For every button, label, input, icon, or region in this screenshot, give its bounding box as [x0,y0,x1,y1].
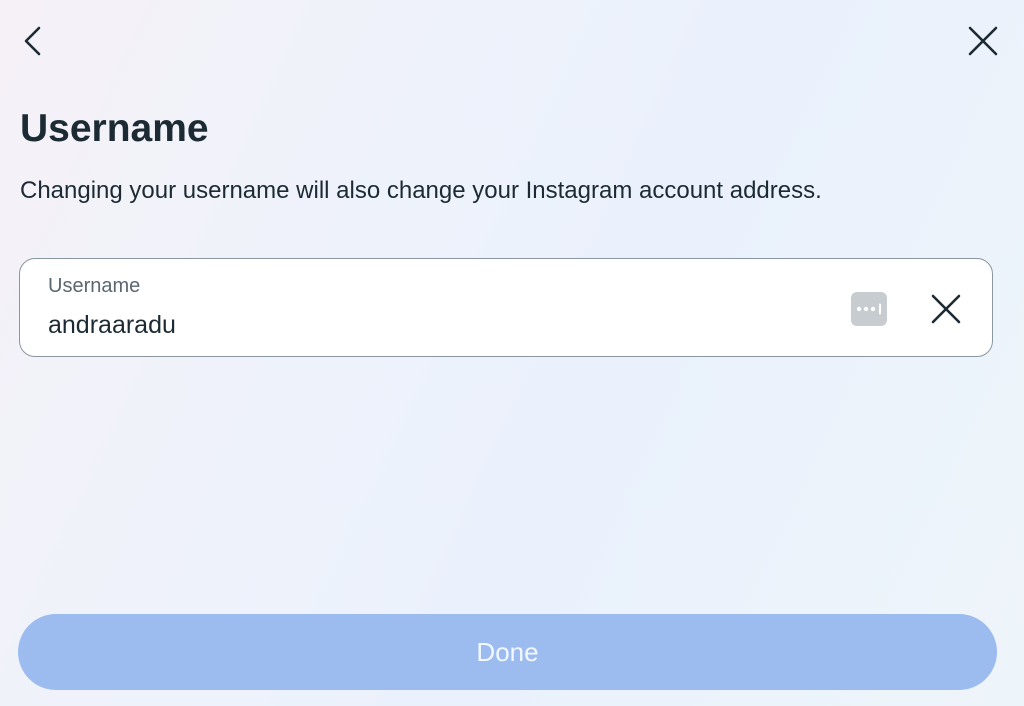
page-title: Username [20,107,209,150]
autofill-dots-icon [856,303,881,315]
done-button[interactable]: Done [18,614,997,690]
chevron-left-icon [24,26,41,56]
username-field[interactable]: Username andraaradu [19,258,993,357]
page-description: Changing your username will also change … [20,177,822,204]
close-button[interactable] [961,19,1005,63]
username-input[interactable]: andraaradu [48,309,176,341]
close-icon [968,26,998,56]
username-field-label: Username [48,275,141,297]
back-button[interactable] [12,20,54,62]
clear-icon [931,294,961,324]
password-autofill-icon[interactable] [851,292,887,326]
clear-button[interactable] [924,287,968,331]
